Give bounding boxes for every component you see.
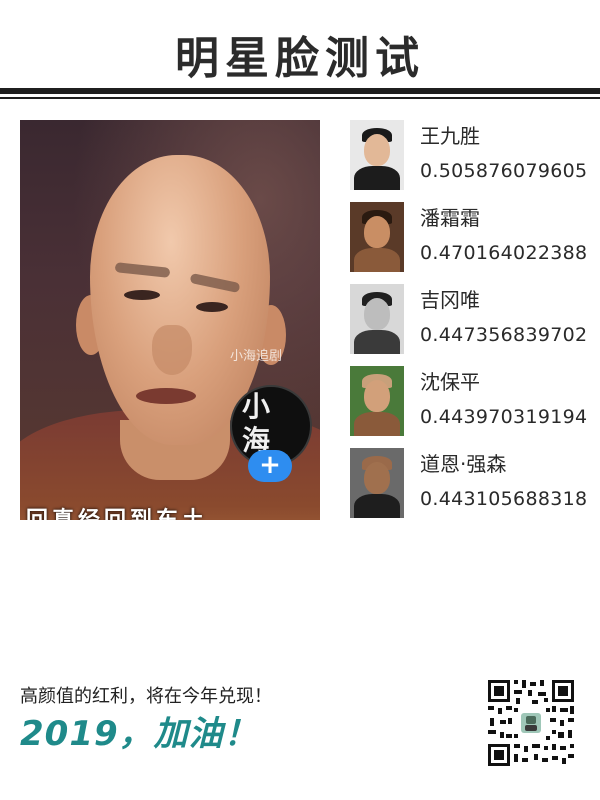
result-thumbnail: [350, 120, 404, 190]
footer-tagline: 高颜值的红利，将在今年兑现！: [20, 686, 272, 707]
result-name: 沈保平: [420, 370, 480, 394]
result-score: 0.470164022388: [420, 242, 588, 264]
result-name: 道恩·强森: [420, 452, 507, 476]
result-score: 0.443970319194: [420, 406, 588, 428]
result-name: 吉冈唯: [420, 288, 480, 312]
result-item: 吉冈唯 0.447356839702: [350, 284, 600, 356]
result-item: 道恩·强森 0.443105688318: [350, 448, 600, 520]
channel-badge-text: 小海: [242, 390, 271, 457]
header-divider-thin: [0, 97, 600, 99]
footer-slogan: 2019，加油！: [20, 714, 259, 754]
header-divider-thick: [0, 88, 600, 94]
photo-eye-right: [196, 302, 228, 312]
result-name: 王九胜: [420, 124, 480, 148]
follow-plus-button[interactable]: +: [248, 450, 292, 482]
result-score: 0.447356839702: [420, 324, 588, 346]
result-name: 潘霜霜: [420, 206, 480, 230]
photo-mouth: [136, 388, 196, 404]
page-title: 明星脸测试: [175, 33, 425, 84]
result-score: 0.505876079605: [420, 160, 588, 182]
qr-code: [486, 678, 576, 768]
result-item: 王九胜 0.505876079605: [350, 120, 600, 192]
result-item: 潘霜霜 0.470164022388: [350, 202, 600, 274]
uploaded-photo: 小海追剧 小海 + 回真经回到东土: [20, 120, 320, 520]
photo-nose: [152, 325, 192, 375]
result-thumbnail: [350, 448, 404, 518]
photo-eye-left: [124, 290, 160, 300]
photo-watermark: 小海追剧: [230, 349, 283, 364]
result-thumbnail: [350, 366, 404, 436]
result-thumbnail: [350, 284, 404, 354]
result-score: 0.443105688318: [420, 488, 588, 510]
video-subtitle: 回真经回到东土: [20, 502, 320, 520]
result-item: 沈保平 0.443970319194: [350, 366, 600, 438]
result-thumbnail: [350, 202, 404, 272]
